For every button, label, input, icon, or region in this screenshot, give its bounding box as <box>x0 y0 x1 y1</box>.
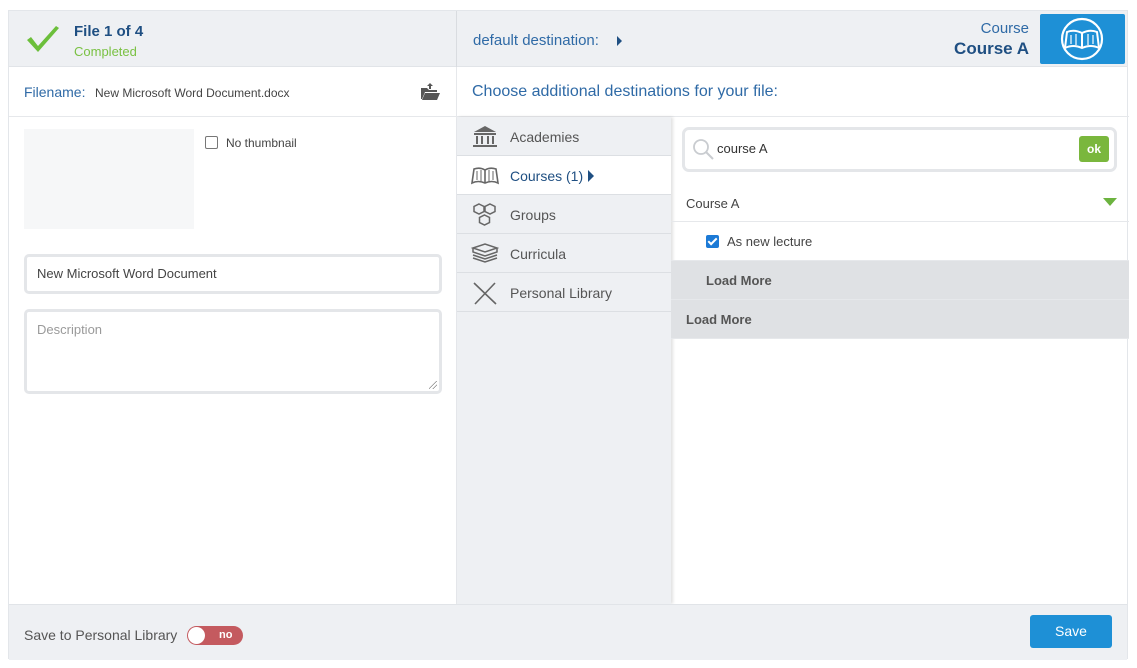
result-course-row[interactable]: Course A <box>671 183 1129 222</box>
book-icon <box>471 167 499 185</box>
chevron-right-icon[interactable] <box>617 36 622 46</box>
file-status-panel: File 1 of 4 Completed <box>9 11 457 67</box>
filename-row: Filename: New Microsoft Word Document.do… <box>9 67 457 117</box>
search-input[interactable]: course A <box>717 141 768 156</box>
category-curricula[interactable]: Curricula <box>457 234 671 273</box>
save-to-library-label: Save to Personal Library <box>24 627 178 643</box>
toggle-knob <box>188 627 205 644</box>
load-more-lectures-button[interactable]: Load More <box>671 261 1129 300</box>
default-destination-link[interactable]: default destination: <box>473 32 599 49</box>
result-option-row[interactable]: As new lecture <box>671 222 1129 261</box>
search-icon <box>693 139 714 160</box>
chevron-right-icon <box>588 170 594 182</box>
category-label: Courses (1) <box>510 168 584 184</box>
destination-type-label: Course <box>980 20 1029 37</box>
destination-course-name: Course A <box>954 39 1029 58</box>
category-label: Curricula <box>510 246 567 262</box>
folder-open-icon[interactable] <box>419 82 441 102</box>
filename-value: New Microsoft Word Document.docx <box>95 86 290 100</box>
chevron-down-icon[interactable] <box>1103 198 1117 206</box>
dialog-header: File 1 of 4 Completed default destinatio… <box>9 11 1127 67</box>
save-to-library-toggle[interactable]: no <box>187 626 243 645</box>
building-icon <box>473 126 497 147</box>
category-groups[interactable]: Groups <box>457 195 671 234</box>
as-new-lecture-checkbox[interactable] <box>706 235 719 248</box>
search-ok-button[interactable]: ok <box>1079 136 1109 162</box>
hexagons-icon <box>473 203 496 226</box>
thumbnail-preview <box>24 129 194 229</box>
toggle-state-text: no <box>219 629 233 641</box>
category-courses[interactable]: Courses (1) <box>457 156 671 195</box>
load-more-courses-button[interactable]: Load More <box>671 300 1129 339</box>
category-label: Academies <box>510 129 580 145</box>
dialog-footer: Save to Personal Library no Save <box>9 604 1127 660</box>
title-input[interactable]: New Microsoft Word Document <box>24 254 442 294</box>
destination-results: course A ok Course A As new lecture Load… <box>671 117 1129 604</box>
load-more-label: Load More <box>686 312 752 327</box>
category-personal-library[interactable]: Personal Library <box>457 273 671 312</box>
crossed-lines-icon <box>473 282 497 305</box>
open-book-icon <box>1060 17 1104 61</box>
destination-categories: Academies Courses (1) Groups Curricula P… <box>457 117 671 604</box>
destinations-heading-row: Choose additional destinations for your … <box>457 67 1129 117</box>
course-badge <box>1040 14 1125 64</box>
stacked-books-icon <box>471 243 499 263</box>
resize-handle[interactable] <box>429 381 437 389</box>
no-thumbnail-label: No thumbnail <box>226 136 297 150</box>
result-course-name: Course A <box>686 196 740 211</box>
file-status-text: Completed <box>74 44 137 59</box>
description-textarea[interactable]: Description <box>24 309 442 394</box>
destinations-heading: Choose additional destinations for your … <box>472 83 778 100</box>
checkbox-box[interactable] <box>205 136 218 149</box>
course-search-box[interactable]: course A ok <box>682 127 1117 172</box>
checkmark-icon <box>27 26 59 52</box>
description-placeholder: Description <box>37 322 103 337</box>
load-more-label: Load More <box>706 273 772 288</box>
file-count-title: File 1 of 4 <box>74 23 144 40</box>
category-academies[interactable]: Academies <box>457 117 671 156</box>
as-new-lecture-label: As new lecture <box>727 234 813 249</box>
save-button[interactable]: Save <box>1030 615 1112 648</box>
category-label: Personal Library <box>510 285 612 301</box>
no-thumbnail-checkbox[interactable]: No thumbnail <box>205 136 297 150</box>
filename-label: Filename: <box>24 84 86 100</box>
category-label: Groups <box>510 207 556 223</box>
file-details-panel: Filename: New Microsoft Word Document.do… <box>9 67 457 604</box>
upload-dialog: File 1 of 4 Completed default destinatio… <box>8 10 1129 660</box>
